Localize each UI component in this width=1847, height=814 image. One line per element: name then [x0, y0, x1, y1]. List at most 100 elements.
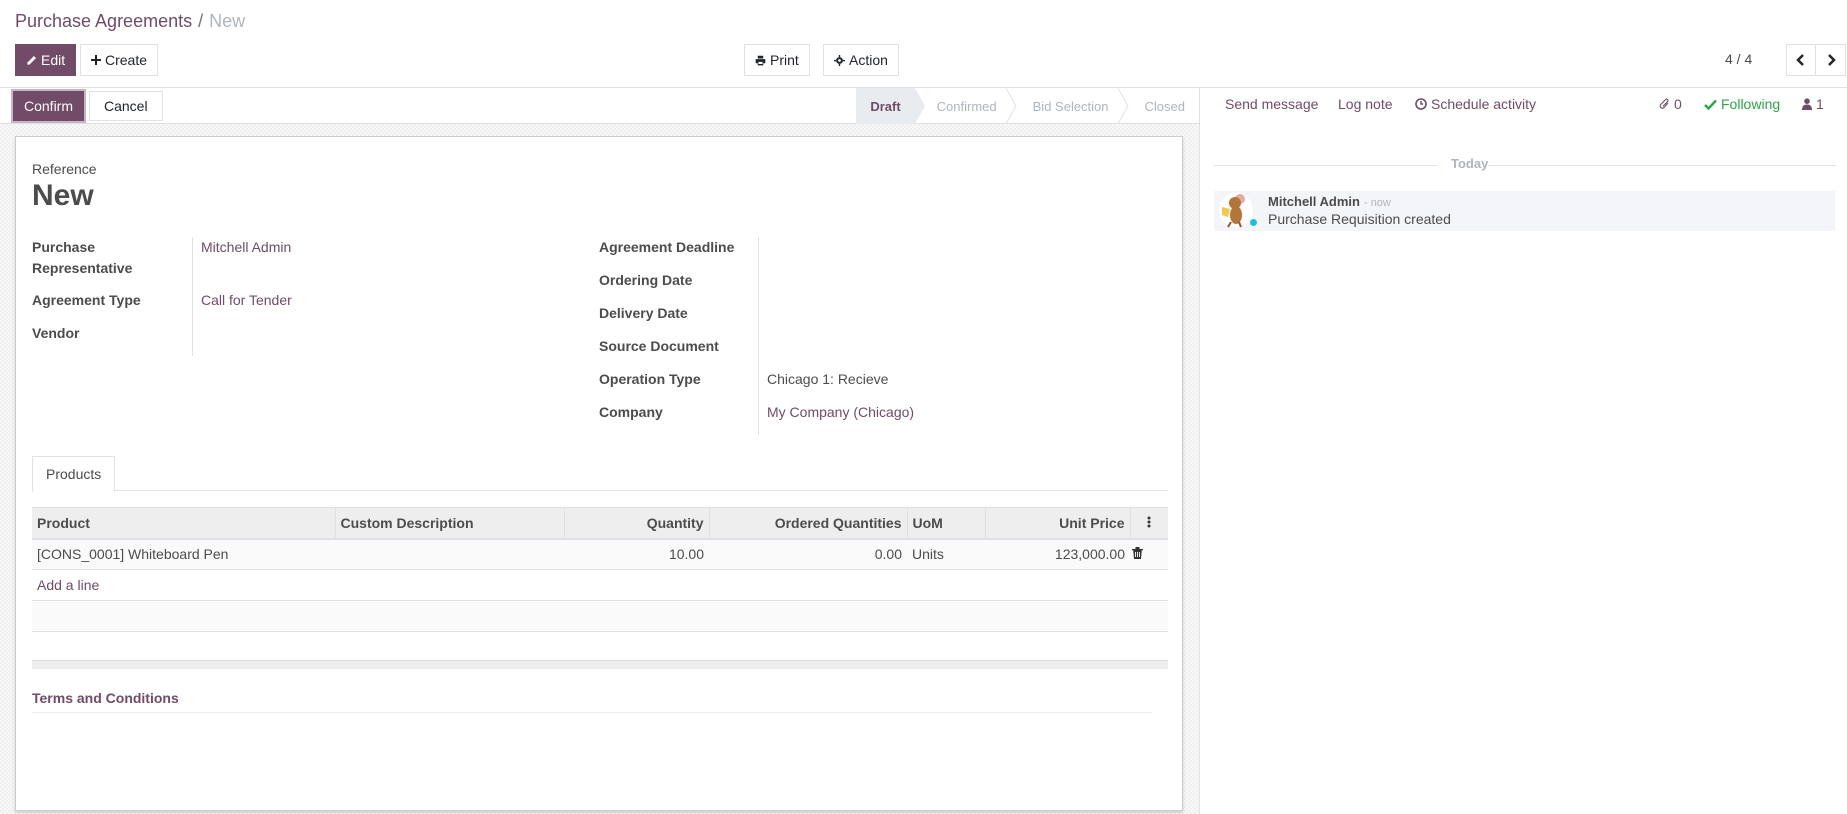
delete-row-button[interactable] — [1130, 538, 1168, 570]
message-body: Purchase Requisition created — [1268, 211, 1451, 227]
print-button-label: Print — [770, 52, 799, 68]
breadcrumb: Purchase Agreements / New — [15, 11, 245, 32]
optional-columns-toggle[interactable] — [1129, 507, 1168, 540]
statusbar: Confirm Cancel Draft Confirmed Bid Selec… — [0, 88, 1199, 124]
stage-label: Draft — [870, 98, 901, 114]
create-button-label: Create — [105, 52, 148, 68]
kebab-menu-icon — [1147, 516, 1151, 528]
chatter: Send message Log note Schedule activity … — [1201, 88, 1847, 814]
stage-label: Bid Selection — [1032, 98, 1109, 114]
terms-and-conditions-title: Terms and Conditions — [32, 690, 179, 706]
stage-closed[interactable]: Closed — [1123, 88, 1189, 124]
cell-product[interactable]: [CONS_0001] Whiteboard Pen — [32, 538, 335, 570]
agreement-type-value[interactable]: Call for Tender — [193, 290, 292, 323]
edit-button-label: Edit — [41, 52, 66, 68]
gear-icon — [834, 54, 845, 66]
print-icon — [755, 55, 766, 65]
table-row[interactable]: [CONS_0001] Whiteboard Pen 10.00 0.00 Un… — [32, 538, 1168, 570]
paperclip-icon — [1659, 98, 1669, 109]
chatter-topbar: Send message Log note Schedule activity … — [1201, 88, 1847, 120]
field-operation-type: Operation Type Chicago 1: Recieve — [599, 369, 1159, 402]
column-header-ordered-quantities[interactable]: Ordered Quantities — [708, 507, 908, 540]
pager-previous-button[interactable] — [1786, 44, 1816, 76]
following-label: Following — [1721, 96, 1781, 112]
cell-uom[interactable]: Units — [907, 538, 985, 570]
field-company: Company My Company (Chicago) — [599, 402, 1159, 435]
field-label: Agreement Type — [32, 290, 193, 323]
edit-button[interactable]: Edit — [15, 44, 77, 76]
company-value[interactable]: My Company (Chicago) — [759, 402, 914, 435]
delivery-date-value[interactable] — [759, 303, 767, 336]
column-header-uom[interactable]: UoM — [906, 507, 985, 540]
source-document-value[interactable] — [759, 336, 767, 369]
log-note-button[interactable]: Log note — [1338, 96, 1393, 112]
check-icon — [1704, 99, 1717, 110]
column-header-quantity[interactable]: Quantity — [563, 507, 709, 540]
cell-description[interactable] — [335, 538, 564, 570]
field-label: Company — [599, 402, 759, 435]
action-button[interactable]: Action — [823, 44, 899, 76]
purchase-representative-value[interactable]: Mitchell Admin — [193, 237, 291, 290]
field-label: Agreement Deadline — [599, 237, 759, 270]
column-header-custom-description[interactable]: Custom Description — [334, 507, 564, 540]
field-agreement-deadline: Agreement Deadline — [599, 237, 1159, 270]
message-author: Mitchell Admin - now — [1268, 194, 1391, 209]
stage-bid-selection[interactable]: Bid Selection — [1011, 88, 1129, 124]
cell-ordered[interactable]: 0.00 — [709, 538, 907, 570]
vendor-value[interactable] — [193, 323, 201, 356]
date-separator-label: Today — [1451, 156, 1489, 171]
online-status-icon — [1249, 218, 1258, 227]
field-purchase-representative: Purchase Representative Mitchell Admin — [32, 237, 552, 290]
cancel-button[interactable]: Cancel — [89, 91, 163, 121]
notebook-tabs: Products — [32, 456, 1168, 492]
pager-next-button[interactable] — [1816, 44, 1846, 76]
empty-row — [32, 600, 1168, 632]
pager-value[interactable]: 4 / 4 — [1725, 51, 1752, 67]
action-button-label: Action — [849, 52, 888, 68]
field-label: Vendor — [32, 323, 193, 356]
cell-unit-price[interactable]: 123,000.00 — [985, 538, 1130, 570]
operation-type-value[interactable]: Chicago 1: Recieve — [759, 369, 888, 402]
print-button[interactable]: Print — [744, 44, 810, 76]
products-table: Product Custom Description Quantity Orde… — [32, 507, 1168, 632]
confirm-button[interactable]: Confirm — [13, 91, 85, 121]
form-area: Confirm Cancel Draft Confirmed Bid Selec… — [0, 88, 1200, 814]
column-header-unit-price[interactable]: Unit Price — [984, 507, 1130, 540]
attachments-count: 0 — [1674, 96, 1682, 112]
avatar[interactable] — [1218, 191, 1258, 229]
column-header-product[interactable]: Product — [32, 507, 335, 540]
breadcrumb-separator: / — [198, 11, 204, 31]
stage-label: Closed — [1144, 98, 1185, 114]
create-button[interactable]: Create — [80, 44, 159, 76]
pager-nav — [1786, 44, 1846, 76]
separator-line — [1214, 165, 1437, 166]
schedule-activity-button[interactable]: Schedule activity — [1415, 96, 1536, 112]
cell-quantity[interactable]: 10.00 — [564, 538, 709, 570]
trash-icon — [1132, 547, 1143, 560]
reference-label: Reference — [32, 161, 97, 177]
plus-icon — [91, 55, 101, 65]
ordering-date-value[interactable] — [759, 270, 767, 303]
terms-separator — [32, 712, 1152, 713]
field-source-document: Source Document — [599, 336, 1159, 369]
field-label: Operation Type — [599, 369, 759, 402]
attachments-button[interactable]: 0 — [1659, 96, 1682, 112]
stage-draft[interactable]: Draft — [856, 88, 926, 124]
author-name[interactable]: Mitchell Admin — [1268, 194, 1360, 209]
left-field-group: Purchase Representative Mitchell Admin A… — [32, 237, 552, 356]
clock-icon — [1415, 98, 1427, 110]
control-panel: Purchase Agreements / New Edit Create Prin… — [0, 0, 1847, 88]
stage-confirmed[interactable]: Confirmed — [915, 88, 1017, 124]
right-field-group: Agreement Deadline Ordering Date Deliver… — [599, 237, 1159, 435]
breadcrumb-parent-link[interactable]: Purchase Agreements — [15, 11, 192, 31]
send-message-button[interactable]: Send message — [1225, 96, 1318, 112]
following-button[interactable]: Following — [1704, 96, 1780, 112]
form-sheet: Reference New Purchase Representative Mi… — [15, 136, 1183, 811]
table-footer — [32, 660, 1168, 669]
add-a-line-link[interactable]: Add a line — [37, 577, 99, 593]
tab-products[interactable]: Products — [32, 456, 116, 492]
followers-button[interactable]: 1 — [1802, 96, 1824, 112]
message-time: - now — [1363, 197, 1391, 209]
chevron-right-icon — [1827, 54, 1836, 66]
agreement-deadline-value[interactable] — [759, 237, 767, 270]
